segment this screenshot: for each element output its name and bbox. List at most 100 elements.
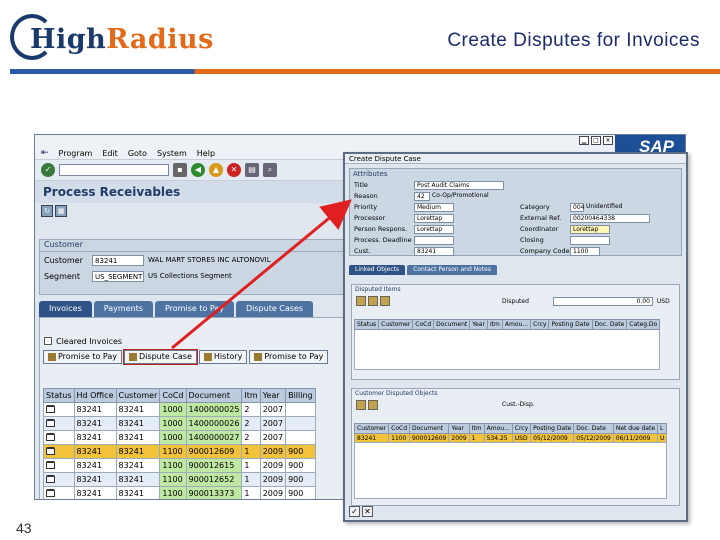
customer-field[interactable]: 83241 bbox=[92, 254, 144, 266]
exit-icon[interactable]: ⇤ bbox=[41, 148, 49, 158]
menu-system[interactable]: System bbox=[157, 149, 187, 158]
table-cell: 900012615 bbox=[185, 458, 243, 473]
menu-help[interactable]: Help bbox=[197, 149, 215, 158]
custdisp-col-header[interactable]: Amou... bbox=[483, 423, 513, 434]
maximize-icon[interactable]: □ bbox=[591, 136, 601, 145]
promise-to-pay-button[interactable]: Promise to Pay bbox=[43, 350, 123, 364]
disputed-col-header[interactable]: Year bbox=[469, 319, 488, 330]
menu-program[interactable]: Program bbox=[59, 149, 93, 158]
category-code-field[interactable]: 004 bbox=[570, 202, 584, 212]
find-icon[interactable]: ⌕ bbox=[263, 163, 277, 177]
disputed-col-header[interactable]: Categ.Do bbox=[626, 319, 661, 330]
custdisp-col-header[interactable]: Crcy bbox=[511, 423, 532, 434]
segment-name: US Collections Segment bbox=[148, 272, 232, 280]
cleared-invoices-checkbox[interactable] bbox=[44, 337, 52, 345]
table-cell: 900 bbox=[285, 472, 316, 487]
coordinator-field[interactable]: Lorettap bbox=[570, 224, 610, 234]
custdisp-col-header[interactable]: Year bbox=[448, 423, 470, 434]
dispute-case-button[interactable]: Dispute Case bbox=[123, 349, 198, 365]
reason-code-field[interactable]: 42 bbox=[414, 191, 430, 201]
segment-field[interactable]: US_SEGMENT bbox=[92, 270, 144, 282]
table-row[interactable]: 83241 83241 1100 900013373 1 2009 900 bbox=[43, 486, 316, 499]
person-resp-row: Person Respons. Lorettap bbox=[354, 224, 454, 234]
table-row[interactable]: 83241 1100 900012609 2009 1 534.25 USD 05/12/20… bbox=[353, 433, 668, 443]
back-icon[interactable]: ◀ bbox=[191, 163, 205, 177]
tab-dispute-cases[interactable]: Dispute Cases bbox=[236, 301, 314, 317]
tab-payments[interactable]: Payments bbox=[93, 301, 153, 317]
cust-field[interactable]: 83241 bbox=[414, 246, 454, 256]
minimize-icon[interactable]: ▁ bbox=[579, 136, 589, 145]
move-down-icon[interactable] bbox=[368, 400, 378, 410]
menu-edit[interactable]: Edit bbox=[102, 149, 118, 158]
table-row[interactable]: 83241 83241 1000 1400000025 2 2007 bbox=[43, 402, 316, 417]
add-item-icon[interactable] bbox=[356, 296, 366, 306]
disputed-col-header[interactable]: Posting Date bbox=[548, 319, 593, 330]
disputed-col-header[interactable]: Document bbox=[433, 319, 471, 330]
closing-field[interactable] bbox=[570, 235, 610, 245]
dialog-footer: ✓ ✕ bbox=[349, 506, 373, 517]
custdisp-col-header[interactable]: L bbox=[657, 423, 668, 434]
confirm-icon[interactable]: ✓ bbox=[349, 506, 360, 517]
deadline-field[interactable] bbox=[414, 235, 454, 245]
custdisp-col-header[interactable]: Itm bbox=[468, 423, 485, 434]
col-cocd[interactable]: CoCd bbox=[159, 388, 187, 403]
display-icon[interactable]: ▦ bbox=[55, 205, 67, 217]
col-status[interactable]: Status bbox=[43, 388, 75, 403]
tab-promise-to-pay[interactable]: Promise to Pay bbox=[154, 301, 234, 317]
tab-linked-objects[interactable]: Linked Objects bbox=[349, 265, 406, 275]
person-resp-field[interactable]: Lorettap bbox=[414, 224, 454, 234]
table-cell: 83241 bbox=[115, 486, 161, 499]
title-field[interactable]: Post Audit Claims bbox=[414, 180, 504, 190]
disputed-col-header[interactable]: Customer bbox=[378, 319, 414, 330]
cust-disp-label: Cust.-Disp. bbox=[502, 401, 535, 408]
col-document[interactable]: Document bbox=[185, 388, 243, 403]
custdisp-col-header[interactable]: Doc. Date bbox=[573, 423, 614, 434]
disputed-col-header[interactable]: Status bbox=[353, 319, 380, 330]
table-cell: 2 bbox=[241, 430, 261, 445]
disputed-col-header[interactable]: Crcy bbox=[530, 319, 550, 330]
command-field[interactable] bbox=[59, 164, 169, 176]
custdisp-col-header[interactable]: Net due date bbox=[612, 423, 659, 434]
custdisp-col-header[interactable]: CoCd bbox=[388, 423, 411, 434]
menu-goto[interactable]: Goto bbox=[128, 149, 147, 158]
table-row[interactable]: 83241 83241 1100 900012615 1 2009 900 bbox=[43, 458, 316, 473]
col-billing[interactable]: Billing bbox=[285, 388, 316, 403]
refresh-icon[interactable]: ↻ bbox=[41, 205, 53, 217]
enter-icon[interactable]: ✓ bbox=[41, 163, 55, 177]
company-code-field[interactable]: 1100 bbox=[570, 246, 600, 256]
custdisp-col-header[interactable]: Document bbox=[409, 423, 450, 434]
tab-contact-person[interactable]: Contact Person and Notes bbox=[407, 265, 498, 275]
external-ref-field[interactable]: 00200464338 bbox=[570, 213, 650, 223]
cancel-icon[interactable]: ✕ bbox=[227, 163, 241, 177]
save-icon[interactable]: ▪ bbox=[173, 163, 187, 177]
details-icon[interactable] bbox=[380, 296, 390, 306]
tab-invoices[interactable]: Invoices bbox=[39, 301, 92, 317]
priority-select[interactable]: Medium bbox=[414, 202, 454, 212]
table-cell: 1100 bbox=[388, 433, 411, 443]
table-row[interactable]: 83241 83241 1000 1400000026 2 2007 bbox=[43, 416, 316, 431]
col-hd-office[interactable]: Hd Office bbox=[73, 388, 117, 403]
disputed-col-header[interactable]: CoCd bbox=[412, 319, 435, 330]
company-code-label: Company Code bbox=[520, 247, 570, 255]
processor-field[interactable]: Lorettap bbox=[414, 213, 454, 223]
close-icon[interactable]: ✕ bbox=[603, 136, 613, 145]
disputed-col-header[interactable]: Doc. Date bbox=[591, 319, 628, 330]
move-up-icon[interactable] bbox=[356, 400, 366, 410]
history-button[interactable]: History bbox=[198, 350, 248, 364]
col-year[interactable]: Year bbox=[259, 388, 287, 403]
table-row[interactable]: 83241 83241 1000 1400000027 2 2007 bbox=[43, 430, 316, 445]
custdisp-col-header[interactable]: Customer bbox=[353, 423, 390, 434]
exit-session-icon[interactable]: ▲ bbox=[209, 163, 223, 177]
col-itm[interactable]: Itm bbox=[241, 388, 261, 403]
table-row[interactable]: 83241 83241 1100 900012609 1 2009 900 bbox=[43, 444, 316, 459]
cancel-dialog-icon[interactable]: ✕ bbox=[362, 506, 373, 517]
promise-to-pay-button-2[interactable]: Promise to Pay bbox=[249, 350, 329, 364]
table-cell: 2 bbox=[241, 402, 261, 417]
print-icon[interactable]: ▤ bbox=[245, 163, 259, 177]
custdisp-col-header[interactable]: Posting Date bbox=[530, 423, 575, 434]
disputed-col-header[interactable]: Itm bbox=[486, 319, 503, 330]
remove-item-icon[interactable] bbox=[368, 296, 378, 306]
col-customer[interactable]: Customer bbox=[115, 388, 161, 403]
disputed-col-header[interactable]: Amou... bbox=[501, 319, 532, 330]
table-row[interactable]: 83241 83241 1100 900012652 1 2009 900 bbox=[43, 472, 316, 487]
